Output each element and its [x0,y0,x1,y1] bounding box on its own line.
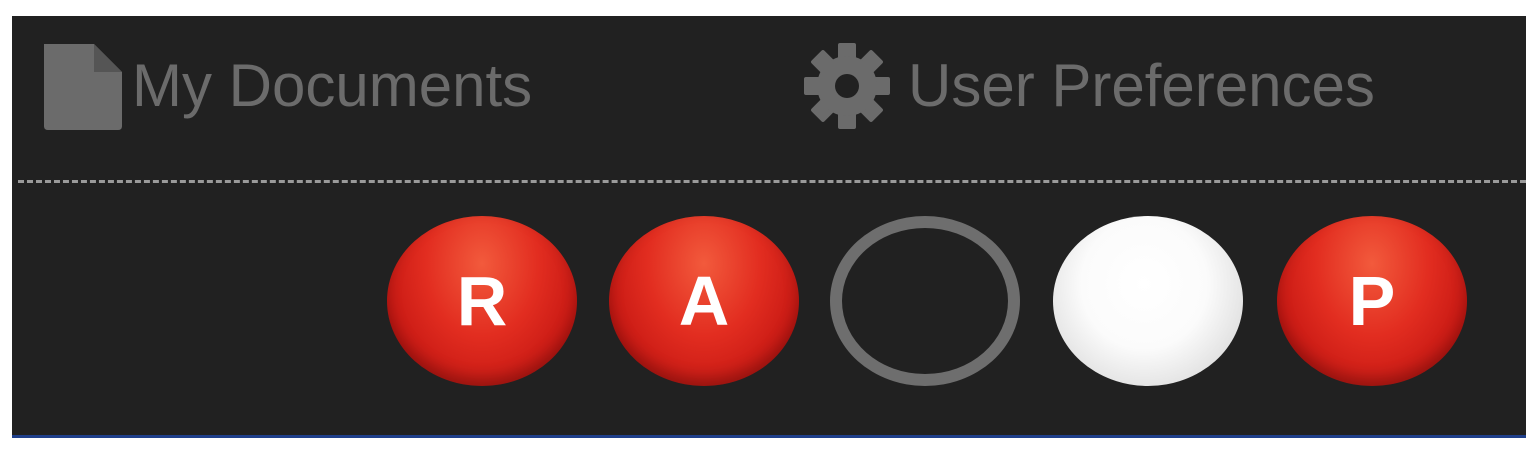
document-icon [36,40,128,132]
status-bubble-p[interactable]: P [1277,216,1467,386]
status-bubble-a-label: A [678,262,730,340]
status-bubble-p-label: P [1348,262,1396,340]
status-bubble-white[interactable] [1053,216,1243,386]
my-documents-link[interactable]: My Documents [36,44,533,130]
toolbar-panel: My Documents User Preferences R A P [12,16,1526,438]
status-bubble-r[interactable]: R [387,216,577,386]
status-bubble-a[interactable]: A [609,216,799,386]
status-bubble-r-label: R [456,262,508,340]
user-preferences-label: User Preferences [908,52,1375,119]
my-documents-label: My Documents [132,52,533,119]
user-preferences-link[interactable]: User Preferences [802,43,1375,129]
status-bubble-empty-ring[interactable] [830,216,1020,386]
dashed-divider [18,180,1526,183]
gear-icon [802,41,892,131]
